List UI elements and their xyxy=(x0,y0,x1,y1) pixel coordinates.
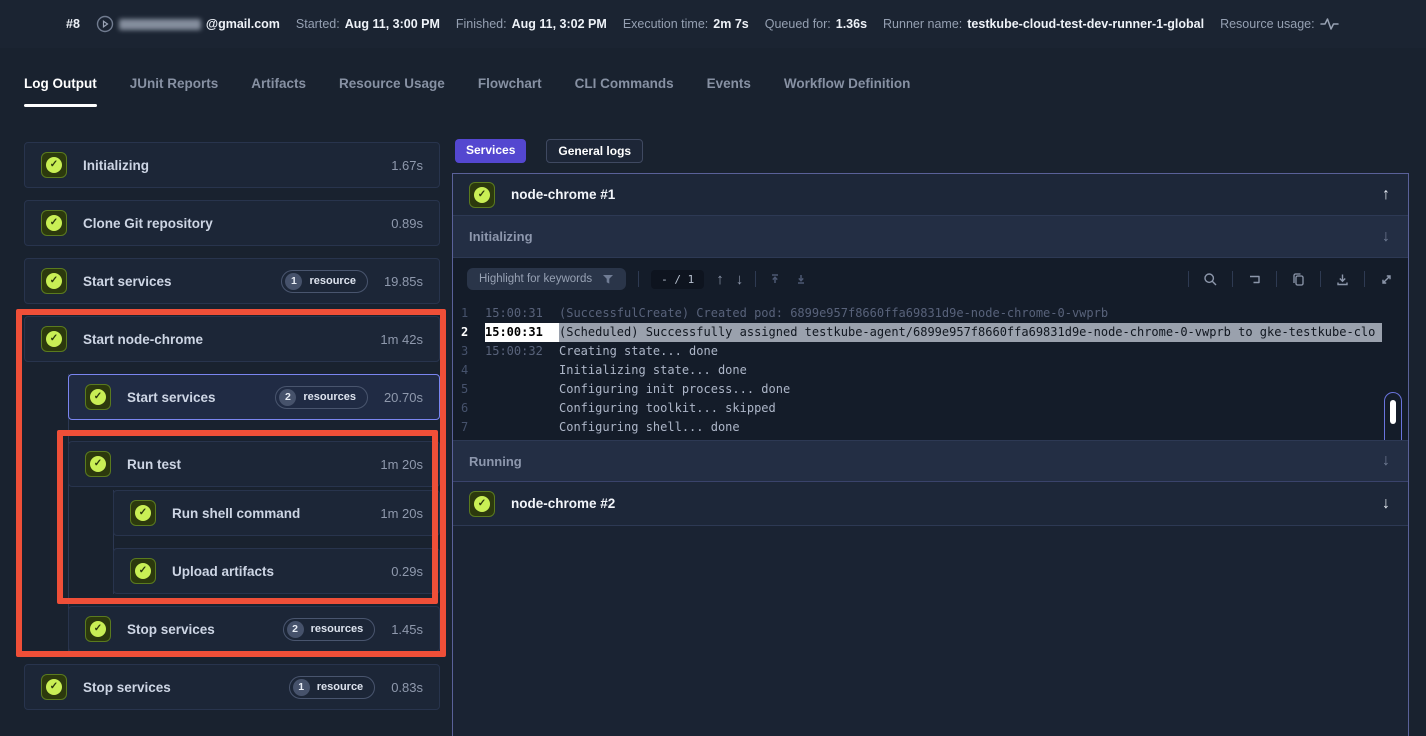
step-upload-artifacts[interactable]: ✓ Upload artifacts 0.29s xyxy=(113,548,440,594)
prev-match-icon[interactable]: ↑ xyxy=(716,271,724,288)
search-icon[interactable] xyxy=(1203,272,1218,287)
fullscreen-icon[interactable] xyxy=(1379,272,1394,287)
log-line[interactable]: 315:00:32Creating state... done xyxy=(457,342,1382,361)
services-filter-button[interactable]: Services xyxy=(455,139,526,163)
log-toolbar: Highlight for keywords - / 1 ↑ ↓ xyxy=(453,258,1408,300)
execution-time-field: Execution time: 2m 7s xyxy=(623,17,749,31)
log-lines: 115:00:31(SuccessfulCreate) Created pod:… xyxy=(453,302,1408,440)
tab-junit-reports[interactable]: JUnit Reports xyxy=(130,76,219,107)
expand-icon[interactable]: ↓ xyxy=(1382,229,1390,245)
redacted-email xyxy=(119,19,201,30)
general-logs-filter-button[interactable]: General logs xyxy=(546,139,643,163)
check-success-icon: ✓ xyxy=(41,152,67,178)
log-line[interactable]: 6Configuring toolkit... skipped xyxy=(457,399,1382,418)
keyword-filter-input[interactable]: Highlight for keywords xyxy=(467,268,626,290)
run-number: #8 xyxy=(66,17,80,31)
execution-header: #8 @gmail.com Started: Aug 11, 3:00 PM F… xyxy=(0,0,1426,48)
check-success-icon: ✓ xyxy=(130,500,156,526)
jump-to-top-icon[interactable] xyxy=(768,272,782,286)
check-success-icon: ✓ xyxy=(469,182,495,208)
scrollbar-thumb[interactable] xyxy=(1390,400,1396,424)
tab-log-output[interactable]: Log Output xyxy=(24,76,97,107)
email-domain: @gmail.com xyxy=(206,17,280,31)
check-success-icon: ✓ xyxy=(85,384,111,410)
tab-cli-commands[interactable]: CLI Commands xyxy=(575,76,674,107)
check-success-icon: ✓ xyxy=(469,491,495,517)
match-counter: - / 1 xyxy=(651,270,704,289)
step-stop-services[interactable]: ✓ Stop services 1 resource 0.83s xyxy=(24,664,440,710)
log-line[interactable]: 5Configuring init process... done xyxy=(457,380,1382,399)
execution-tabs: Log Output JUnit Reports Artifacts Resou… xyxy=(24,76,910,107)
step-run-shell-command[interactable]: ✓ Run shell command 1m 20s xyxy=(113,490,440,536)
check-success-icon: ✓ xyxy=(41,210,67,236)
services-log-container: ✓ node-chrome #1 ↑ Initializing ↓ Highli… xyxy=(452,173,1409,736)
tab-resource-usage[interactable]: Resource Usage xyxy=(339,76,445,107)
copy-icon[interactable] xyxy=(1291,272,1306,287)
started-field: Started: Aug 11, 3:00 PM xyxy=(296,17,440,31)
jump-to-bottom-icon[interactable] xyxy=(794,272,808,286)
trigger-user-icon xyxy=(96,15,114,33)
word-wrap-icon[interactable] xyxy=(1247,272,1262,287)
resource-count-badge: 2 resources xyxy=(275,386,368,409)
next-match-icon[interactable]: ↓ xyxy=(736,271,744,288)
check-success-icon: ✓ xyxy=(85,451,111,477)
resource-usage-field: Resource usage: xyxy=(1220,17,1340,31)
queued-for-field: Queued for: 1.36s xyxy=(765,17,867,31)
finished-field: Finished: Aug 11, 3:02 PM xyxy=(456,17,607,31)
log-line[interactable]: 4Initializing state... done xyxy=(457,361,1382,380)
check-success-icon: ✓ xyxy=(130,558,156,584)
tab-workflow-definition[interactable]: Workflow Definition xyxy=(784,76,911,107)
step-clone-git-repository[interactable]: ✓ Clone Git repository 0.89s xyxy=(24,200,440,246)
resource-count-badge: 1 resource xyxy=(289,676,375,699)
log-viewer: Highlight for keywords - / 1 ↑ ↓ xyxy=(453,258,1408,440)
section-initializing[interactable]: Initializing ↓ xyxy=(453,216,1408,258)
tab-artifacts[interactable]: Artifacts xyxy=(251,76,306,107)
tab-events[interactable]: Events xyxy=(707,76,751,107)
step-start-node-chrome[interactable]: ✓ Start node-chrome 1m 42s xyxy=(24,316,440,362)
service-2-header[interactable]: ✓ node-chrome #2 ↓ xyxy=(453,482,1408,526)
collapse-icon[interactable]: ↑ xyxy=(1382,187,1390,203)
check-success-icon: ✓ xyxy=(41,268,67,294)
log-line[interactable]: 115:00:31(SuccessfulCreate) Created pod:… xyxy=(457,304,1382,323)
download-icon[interactable] xyxy=(1335,272,1350,287)
activity-pulse-icon[interactable] xyxy=(1320,17,1340,31)
step-initializing[interactable]: ✓ Initializing 1.67s xyxy=(24,142,440,188)
log-line-selected[interactable]: 215:00:31(Scheduled) Successfully assign… xyxy=(457,323,1382,342)
service-1-header[interactable]: ✓ node-chrome #1 ↑ xyxy=(453,174,1408,216)
check-success-icon: ✓ xyxy=(85,616,111,642)
section-running[interactable]: Running ↓ xyxy=(453,440,1408,482)
expand-icon[interactable]: ↓ xyxy=(1382,496,1390,512)
resource-count-badge: 2 resources xyxy=(283,618,376,641)
step-start-services[interactable]: ✓ Start services 1 resource 19.85s xyxy=(24,258,440,304)
runner-name-field: Runner name: testkube-cloud-test-dev-run… xyxy=(883,17,1204,31)
step-run-test[interactable]: ✓ Run test 1m 20s xyxy=(68,441,440,487)
resource-count-badge: 1 resource xyxy=(281,270,367,293)
step-stop-services-nested[interactable]: ✓ Stop services 2 resources 1.45s xyxy=(68,606,440,652)
log-filter-buttons: Services General logs xyxy=(455,139,643,163)
check-success-icon: ✓ xyxy=(41,326,67,352)
expand-icon[interactable]: ↓ xyxy=(1382,453,1390,469)
log-line[interactable]: 7Configuring shell... done xyxy=(457,418,1382,437)
funnel-icon xyxy=(602,274,614,285)
check-success-icon: ✓ xyxy=(41,674,67,700)
tab-flowchart[interactable]: Flowchart xyxy=(478,76,542,107)
step-start-services-nested[interactable]: ✓ Start services 2 resources 20.70s xyxy=(68,374,440,420)
